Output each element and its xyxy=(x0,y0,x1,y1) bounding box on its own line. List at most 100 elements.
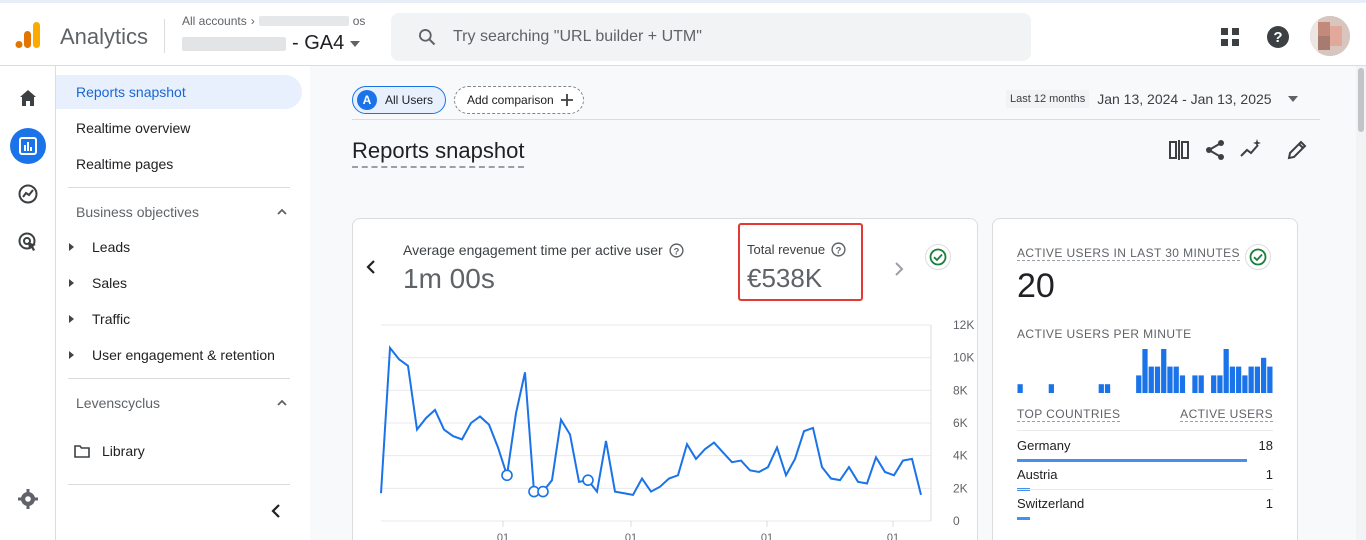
settings-button[interactable] xyxy=(10,481,46,517)
chevron-up-icon[interactable] xyxy=(276,206,288,218)
caret-down-icon xyxy=(350,40,361,47)
date-range-picker[interactable]: Last 12 months Jan 13, 2024 - Jan 13, 20… xyxy=(1006,90,1298,108)
y-tick-label: 2K xyxy=(953,481,968,495)
check-circle-icon[interactable] xyxy=(1245,244,1271,270)
avatar-image xyxy=(1310,16,1350,56)
reports-button[interactable] xyxy=(10,128,46,164)
advertising-icon xyxy=(18,232,36,251)
row-divider xyxy=(1017,489,1273,490)
check-circle-icon[interactable] xyxy=(925,244,951,270)
minute-bar xyxy=(1192,375,1198,393)
minute-bar xyxy=(1267,366,1273,393)
expand-arrow-icon[interactable] xyxy=(69,279,74,287)
expand-arrow-icon[interactable] xyxy=(69,315,74,323)
pencil-icon[interactable] xyxy=(1285,138,1309,162)
chevron-right-icon[interactable] xyxy=(893,261,905,277)
metric-engagement-value: 1m 00s xyxy=(403,263,495,294)
nav-library[interactable]: Library xyxy=(102,443,145,459)
line-chart[interactable]: 12K 10K 8K 6K 4K 2K 0 01 01 01 01 xyxy=(353,315,977,540)
section-business-objectives[interactable]: Business objectives xyxy=(76,204,199,220)
country-value: 18 xyxy=(1258,438,1273,453)
minute-bar xyxy=(1173,366,1179,393)
nav-realtime-pages[interactable]: Realtime pages xyxy=(76,147,173,181)
add-comparison-button[interactable]: Add comparison xyxy=(454,86,584,114)
row-divider xyxy=(1017,430,1273,431)
country-name: Germany xyxy=(1017,438,1071,453)
apps-grid-icon[interactable] xyxy=(1218,25,1242,49)
nav-sales[interactable]: Sales xyxy=(92,275,127,291)
page-scrollbar[interactable] xyxy=(1356,66,1366,540)
svg-text:?: ? xyxy=(673,246,679,256)
collapse-nav-icon[interactable] xyxy=(270,503,282,519)
help-circle-icon[interactable]: ? xyxy=(669,242,684,258)
account-breadcrumb[interactable]: All accounts › os xyxy=(182,14,365,28)
nav-traffic[interactable]: Traffic xyxy=(92,311,130,327)
minute-bar xyxy=(1148,366,1154,393)
x-tick-label: 01 xyxy=(887,532,899,540)
nav-user-engagement[interactable]: User engagement & retention xyxy=(92,347,275,363)
chevron-left-icon[interactable] xyxy=(365,259,377,275)
help-circle-icon[interactable]: ? xyxy=(831,242,846,257)
share-icon[interactable] xyxy=(1203,138,1227,162)
minute-bar xyxy=(1211,375,1217,393)
y-tick-label: 12K xyxy=(953,318,974,332)
explore-button[interactable] xyxy=(10,176,46,212)
help-icon[interactable]: ? xyxy=(1266,25,1290,49)
svg-text:?: ? xyxy=(836,245,842,255)
data-point-marker xyxy=(537,485,549,498)
active-users-30min-label[interactable]: ACTIVE USERS IN LAST 30 MINUTES xyxy=(1017,246,1240,261)
minute-bar xyxy=(1261,357,1267,393)
analytics-logo-icon[interactable] xyxy=(14,20,42,50)
main-content: A All Users Add comparison Last 12 month… xyxy=(310,66,1356,540)
minute-bar xyxy=(1136,375,1142,393)
nav-divider xyxy=(68,187,290,188)
minute-bar xyxy=(1017,384,1023,393)
expand-arrow-icon[interactable] xyxy=(69,351,74,359)
y-tick-label: 6K xyxy=(953,416,968,430)
x-tick-label: 01 xyxy=(761,532,773,540)
country-row[interactable]: Switzerland 1 xyxy=(1017,496,1273,511)
scrollbar-thumb[interactable] xyxy=(1358,68,1364,132)
account-avatar[interactable] xyxy=(1310,16,1350,56)
per-minute-bar-chart[interactable] xyxy=(1017,345,1273,395)
date-range-value: Jan 13, 2024 - Jan 13, 2025 xyxy=(1097,91,1272,107)
section-lifecycle[interactable]: Levenscyclus xyxy=(76,395,160,411)
country-share-bar xyxy=(1017,517,1030,520)
country-row[interactable]: Germany 18 xyxy=(1017,438,1273,453)
y-tick-label: 0 xyxy=(953,514,960,528)
property-selector[interactable]: - GA4 xyxy=(182,32,361,55)
minute-bar xyxy=(1236,366,1242,393)
insights-icon[interactable] xyxy=(1239,138,1263,162)
nav-reports-snapshot[interactable]: Reports snapshot xyxy=(56,75,302,109)
advertising-button[interactable] xyxy=(10,224,46,260)
redacted-account-name xyxy=(258,16,349,26)
search-icon xyxy=(419,29,436,46)
compare-icon[interactable] xyxy=(1167,138,1191,162)
reports-nav: Reports snapshot Realtime overview Realt… xyxy=(56,66,310,540)
country-name: Austria xyxy=(1017,467,1058,482)
active-users-header[interactable]: ACTIVE USERS xyxy=(1180,407,1273,422)
country-value: 1 xyxy=(1265,467,1273,482)
expand-arrow-icon[interactable] xyxy=(69,243,74,251)
minute-bar xyxy=(1198,375,1204,393)
page-title[interactable]: Reports snapshot xyxy=(352,138,525,168)
top-countries-header[interactable]: TOP COUNTRIES xyxy=(1017,407,1121,422)
country-row[interactable]: Austria 1 xyxy=(1017,467,1273,482)
explore-icon xyxy=(18,184,38,204)
folder-icon xyxy=(74,445,90,458)
nav-leads[interactable]: Leads xyxy=(92,239,130,255)
comparison-chip-all-users[interactable]: A All Users xyxy=(352,86,446,114)
metric-engagement-label[interactable]: Average engagement time per active user … xyxy=(403,242,684,258)
nav-realtime-overview[interactable]: Realtime overview xyxy=(76,111,190,145)
minute-bar xyxy=(1254,366,1261,393)
metric-revenue-label[interactable]: Total revenue ? xyxy=(747,242,846,257)
nav-divider xyxy=(68,378,290,379)
redacted-property-name xyxy=(182,36,286,51)
chevron-up-icon[interactable] xyxy=(276,397,288,409)
minute-bar xyxy=(1167,366,1173,393)
country-name: Switzerland xyxy=(1017,496,1085,511)
search-bar[interactable]: Try searching "URL builder + UTM" xyxy=(391,13,1031,61)
home-button[interactable] xyxy=(10,80,46,116)
minute-bar xyxy=(1248,366,1254,393)
data-point-marker xyxy=(501,469,513,482)
